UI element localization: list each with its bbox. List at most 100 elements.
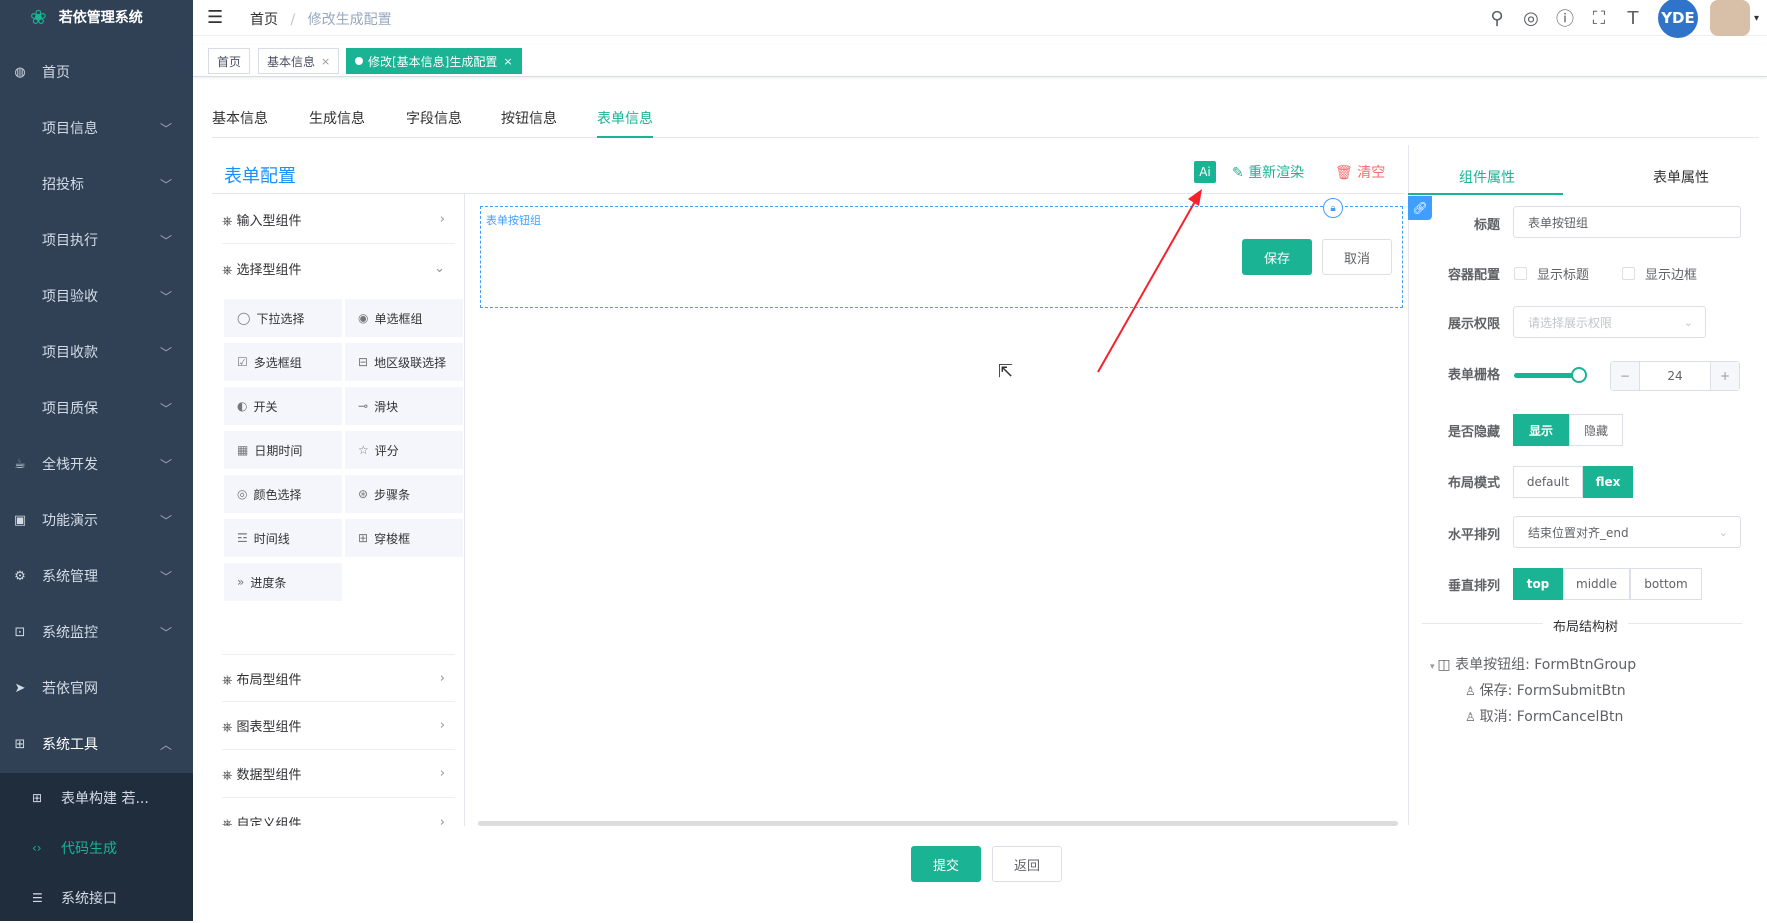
lock-icon[interactable]: 🔒︎ [1323, 198, 1343, 218]
group-chart[interactable]: ⎈ 图表型组件 › [222, 702, 455, 750]
component-rate[interactable]: ☆ 评分 [345, 431, 463, 469]
h-align-select[interactable]: 结束位置对齐_end ⌄ [1513, 516, 1741, 548]
sidebar-subitem-api[interactable]: ☰ 系统接口 [0, 873, 193, 923]
component-label: 颜色选择 [253, 487, 302, 502]
close-icon[interactable]: × [503, 55, 512, 68]
tab-generate-info[interactable]: 生成信息 [309, 108, 365, 138]
component-slider[interactable]: ⊸ 滑块 [345, 387, 463, 425]
sidebar-item-tools[interactable]: ⊞ 系统工具 ︿ [0, 716, 193, 772]
v-align-radio-group: top middle bottom [1513, 568, 1702, 600]
group-input[interactable]: ⎈ 输入型组件 › [222, 196, 455, 244]
tree-node-btn-group[interactable]: ▾ ◫ 表单按钮组: FormBtnGroup [1430, 654, 1636, 674]
sidebar-item-bidding[interactable]: 招投标 ﹀ [0, 156, 193, 212]
sidebar-item-acceptance[interactable]: 项目验收 ﹀ [0, 268, 193, 324]
cancel-button[interactable]: 取消 [1322, 239, 1392, 275]
tab-basic-info[interactable]: 基本信息 [212, 108, 268, 138]
tag-edit-config[interactable]: 修改[基本信息]生成配置 × [346, 48, 522, 74]
tag-home[interactable]: 首页 [208, 48, 251, 74]
sidebar-item-system[interactable]: ⚙ 系统管理 ﹀ [0, 548, 193, 604]
sidebar-subitem-codegen[interactable]: ‹› 代码生成 [0, 823, 193, 873]
chevron-right-icon: › [439, 766, 445, 781]
grid-stepper[interactable]: − 24 + [1610, 361, 1740, 391]
sidebar-subitem-form-builder[interactable]: ⊞ 表单构建 若... [0, 773, 193, 823]
save-button[interactable]: 保存 [1242, 239, 1312, 275]
v-bottom-option[interactable]: bottom [1630, 568, 1702, 600]
back-button[interactable]: 返回 [992, 846, 1062, 882]
tag-basic-info[interactable]: 基本信息 × [258, 48, 340, 74]
close-icon[interactable]: × [321, 55, 330, 68]
component-switch[interactable]: ◐ 开关 [224, 387, 342, 425]
canvas-scrollbar[interactable] [478, 821, 1398, 826]
component-label: 地区级联选择 [374, 355, 447, 370]
sidebar-item-website[interactable]: ➤ 若依官网 [0, 660, 193, 716]
prop-container-label: 容器配置 [1447, 268, 1500, 283]
edit-icon: ✎ [1232, 165, 1249, 181]
clear-button[interactable]: 🗑 清空 [1335, 162, 1385, 182]
app-logo[interactable]: ❀ 若依管理系统 [0, 0, 193, 34]
sidebar-item-warranty[interactable]: 项目质保 ﹀ [0, 380, 193, 436]
component-timeline[interactable]: ☲ 时间线 [224, 519, 342, 557]
grid-slider-handle[interactable] [1571, 367, 1587, 383]
component-datetime[interactable]: ▦ 日期时间 [224, 431, 342, 469]
v-top-option[interactable]: top [1513, 568, 1563, 600]
sidebar-item-monitor[interactable]: ⊡ 系统监控 ﹀ [0, 604, 193, 660]
component-cascader[interactable]: ⊟ 地区级联选择 [345, 343, 463, 381]
submit-button[interactable]: 提交 [911, 846, 981, 882]
group-custom[interactable]: ⎈ 自定义组件 › [222, 798, 455, 827]
layout-default-option[interactable]: default [1513, 466, 1583, 498]
component-color[interactable]: ◎ 颜色选择 [224, 475, 342, 513]
group-data[interactable]: ⎈ 数据型组件 › [222, 750, 455, 798]
component-steps[interactable]: ⊛ 步骤条 [345, 475, 463, 513]
chevron-right-icon: › [439, 670, 445, 686]
decrement-button[interactable]: − [1611, 362, 1639, 390]
show-title-checkbox[interactable]: 显示标题 [1514, 264, 1589, 283]
hide-option[interactable]: 隐藏 [1569, 414, 1623, 446]
help-icon[interactable]: ⓘ [1548, 5, 1582, 31]
show-option[interactable]: 显示 [1513, 414, 1569, 446]
group-layout[interactable]: ⎈ 布局型组件 › [222, 654, 455, 702]
component-progress[interactable]: » 进度条 [224, 563, 342, 601]
component-select[interactable]: ◯ 下拉选择 [224, 299, 342, 337]
avatar[interactable] [1709, 0, 1750, 36]
show-border-checkbox[interactable]: 显示边框 [1622, 264, 1697, 283]
tab-button-info[interactable]: 按钮信息 [501, 108, 557, 138]
tree-node-cancel[interactable]: ♙ 取消: FormCancelBtn [1465, 706, 1623, 726]
component-checkbox[interactable]: ☑ 多选框组 [224, 343, 342, 381]
caret-down-icon[interactable]: ▾ [1754, 13, 1759, 24]
group-select[interactable]: ⎈ 选择型组件 ⌄ [222, 244, 455, 292]
title-input[interactable]: 表单按钮组 [1513, 206, 1741, 238]
tree-node-submit[interactable]: ♙ 保存: FormSubmitBtn [1465, 680, 1626, 700]
increment-button[interactable]: + [1711, 362, 1739, 390]
prop-h-align-label: 水平排列 [1447, 528, 1500, 543]
sidebar-item-payment[interactable]: 项目收款 ﹀ [0, 324, 193, 380]
sidebar-item-execution[interactable]: 项目执行 ﹀ [0, 212, 193, 268]
breadcrumb-home[interactable]: 首页 [250, 12, 278, 28]
tab-component-props[interactable]: 组件属性 [1459, 167, 1515, 187]
send-icon: ➤ [14, 680, 26, 696]
grid-slider-track[interactable] [1514, 373, 1579, 378]
layout-flex-option[interactable]: flex [1583, 466, 1633, 498]
permission-select[interactable]: 请选择展示权限 ⌄ [1513, 306, 1706, 338]
fullscreen-icon[interactable]: ⛶ [1582, 8, 1616, 29]
tab-form-props[interactable]: 表单属性 [1653, 167, 1709, 187]
tab-form-info[interactable]: 表单信息 [597, 108, 653, 138]
sidebar-item-fullstack[interactable]: ☕ 全栈开发 ﹀ [0, 436, 193, 492]
sidebar-item-home[interactable]: ◍ 首页 [0, 44, 193, 100]
brand-avatar[interactable]: YDE [1657, 0, 1698, 38]
sidebar-item-project-info[interactable]: 项目信息 ﹀ [0, 100, 193, 156]
ai-button[interactable]: Ai [1194, 161, 1216, 183]
rerender-button[interactable]: ✎ 重新渲染 [1232, 162, 1304, 182]
form-config-title: 表单配置 [224, 166, 296, 187]
component-radio[interactable]: ◉ 单选框组 [345, 299, 463, 337]
font-size-icon[interactable]: T [1616, 8, 1650, 29]
tools-submenu: ⊞ 表单构建 若... ‹› 代码生成 ☰ 系统接口 [0, 773, 193, 921]
search-icon[interactable]: ⚲ [1480, 8, 1514, 29]
tab-field-info[interactable]: 字段信息 [406, 108, 462, 138]
sidebar-item-demo[interactable]: ▣ 功能演示 ﹀ [0, 492, 193, 548]
v-middle-option[interactable]: middle [1563, 568, 1630, 600]
grid-value[interactable]: 24 [1639, 362, 1711, 390]
github-icon[interactable]: ◎ [1514, 8, 1548, 29]
chevron-down-icon: ﹀ [160, 289, 173, 304]
component-transfer[interactable]: ⊞ 穿梭框 [345, 519, 463, 557]
hamburger-icon[interactable]: ☰ [207, 7, 223, 28]
